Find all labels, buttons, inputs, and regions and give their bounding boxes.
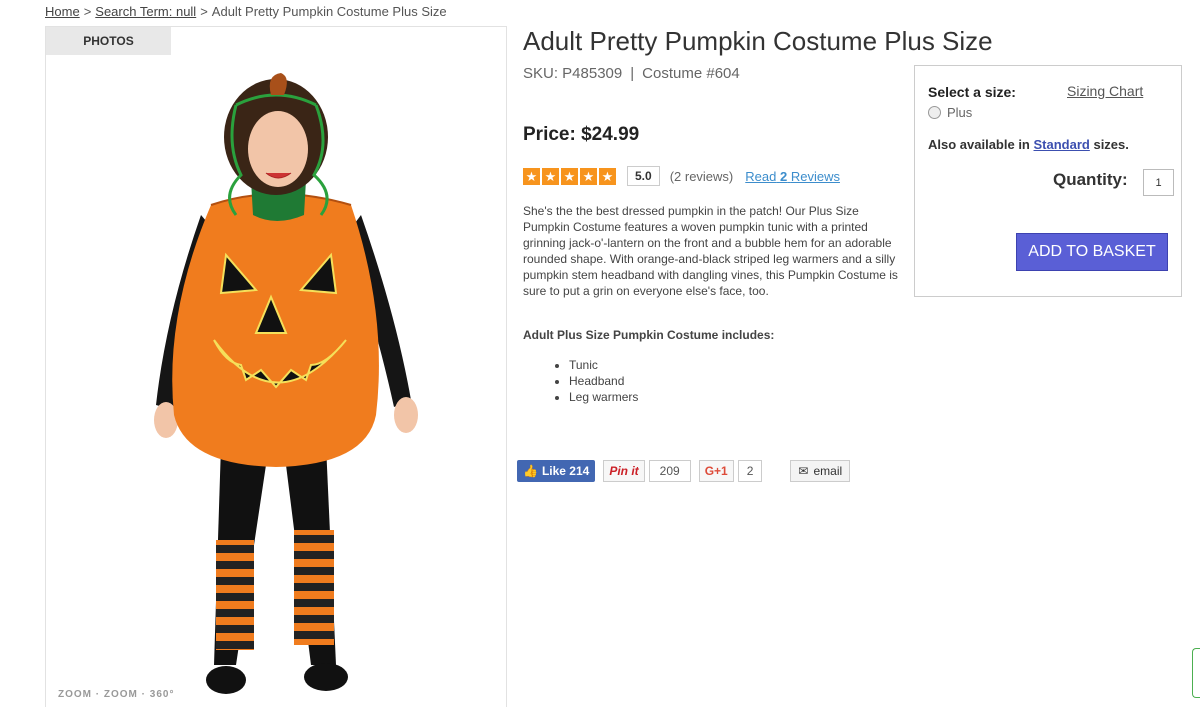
quantity-label: Quantity: <box>1053 170 1128 189</box>
includes-heading: Adult Plus Size Pumpkin Costume includes… <box>523 328 775 342</box>
size-option-label: Plus <box>947 105 973 120</box>
facebook-like-button[interactable]: 👍 Like 214 <box>517 460 596 482</box>
size-option-plus[interactable]: Plus <box>928 105 972 120</box>
also-available-suffix: sizes. <box>1093 137 1129 152</box>
product-title: Adult Pretty Pumpkin Costume Plus Size <box>523 26 993 56</box>
star-icon: ★ <box>561 167 578 185</box>
envelope-icon: ✉ <box>798 464 809 478</box>
tab-photos[interactable]: PHOTOS <box>46 27 171 55</box>
read-reviews-link[interactable]: Read 2 Reviews <box>745 169 840 184</box>
star-icon: ★ <box>580 167 597 185</box>
feedback-tab[interactable] <box>1192 648 1200 698</box>
star-icon: ★ <box>523 167 540 185</box>
product-sku: SKU: P485309 | Costume #604 <box>523 65 740 82</box>
review-count: (2 reviews) <box>669 168 734 184</box>
product-description: She's the the best dressed pumpkin in th… <box>523 204 898 298</box>
add-to-basket-button[interactable]: ADD TO BASKET <box>1016 233 1168 271</box>
size-radio[interactable] <box>928 106 941 119</box>
pinterest-button[interactable]: Pin it <box>603 460 645 482</box>
breadcrumb-separator: > <box>83 4 92 19</box>
also-available-prefix: Also available in <box>928 137 1030 152</box>
google-plus-count: 2 <box>737 460 763 482</box>
read-reviews-prefix: Read <box>745 168 777 184</box>
star-icon: ★ <box>542 167 559 185</box>
pinterest-count: 209 <box>648 460 691 482</box>
google-plus-button[interactable]: G+1 <box>698 460 734 482</box>
breadcrumb-home-link[interactable]: Home <box>45 4 80 19</box>
breadcrumb-search-link[interactable]: Search Term: null <box>95 4 196 19</box>
sku-divider: | <box>630 65 635 82</box>
star-rating: ★ ★ ★ ★ ★ <box>523 167 616 185</box>
product-price: Price: $24.99 <box>523 124 640 145</box>
email-share-button[interactable]: ✉ email <box>790 460 851 482</box>
read-reviews-count: 2 <box>779 168 788 184</box>
social-share-bar: 👍 Like 214 Pin it 209 G+1 2 ✉ email <box>517 460 851 482</box>
select-size-label: Select a size: <box>928 84 1016 100</box>
list-item: Leg warmers <box>569 389 638 405</box>
product-photo[interactable] <box>126 65 426 715</box>
list-item: Tunic <box>569 357 638 373</box>
costume-number: Costume #604 <box>642 65 740 82</box>
sizing-chart-link[interactable]: Sizing Chart <box>1067 83 1143 99</box>
email-label: email <box>813 464 843 478</box>
pumpkin-costume-illustration <box>154 73 418 694</box>
also-available-text: Also available in Standard sizes. <box>928 137 1129 152</box>
thumbs-up-icon: 👍 <box>523 464 538 478</box>
list-item: Headband <box>569 373 638 389</box>
purchase-box: Select a size: Sizing Chart Plus Also av… <box>914 65 1182 297</box>
rating-summary: ★ ★ ★ ★ ★ 5.0 (2 reviews) Read 2 Reviews <box>523 166 840 186</box>
breadcrumb-separator: > <box>200 4 208 19</box>
photo-gallery: PHOTOS ZOOM · ZOOM · 360° <box>45 26 507 707</box>
quantity-input[interactable] <box>1143 169 1174 196</box>
standard-sizes-link[interactable]: Standard <box>1034 137 1090 152</box>
breadcrumb-current: Adult Pretty Pumpkin Costume Plus Size <box>211 4 447 19</box>
includes-list: Tunic Headband Leg warmers <box>543 357 638 405</box>
read-reviews-suffix: Reviews <box>790 168 840 184</box>
sku-value: SKU: P485309 <box>523 65 623 82</box>
facebook-like-label: Like 214 <box>541 464 590 478</box>
zoom-caption: ZOOM · ZOOM · 360° <box>58 689 175 700</box>
rating-score: 5.0 <box>627 166 660 186</box>
star-icon: ★ <box>599 167 616 185</box>
breadcrumb: Home > Search Term: null > Adult Pretty Pump… <box>45 4 447 19</box>
